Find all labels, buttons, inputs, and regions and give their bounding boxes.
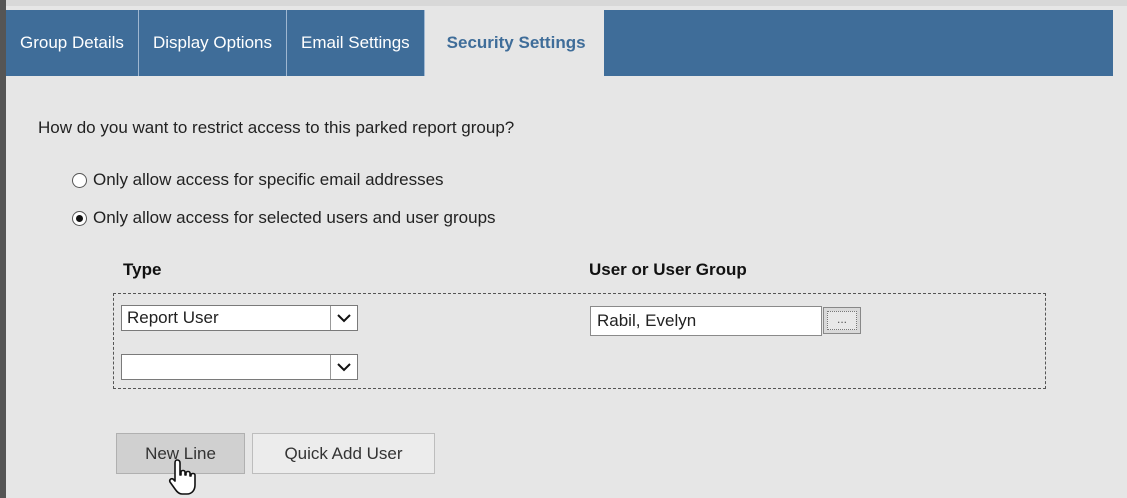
restrict-access-question: How do you want to restrict access to th… — [38, 118, 515, 137]
user-column-header: User or User Group — [589, 260, 747, 279]
security-settings-panel: Group Details Display Options Email Sett… — [0, 0, 1127, 498]
tab-email-settings[interactable]: Email Settings — [287, 10, 425, 76]
user-field-row-1[interactable]: Rabil, Evelyn — [590, 306, 822, 336]
radio-button-icon[interactable] — [72, 210, 87, 226]
option-users-and-groups[interactable]: Only allow access for selected users and… — [72, 208, 496, 228]
chevron-down-icon[interactable] — [330, 306, 357, 330]
type-select-row-1-value: Report User — [127, 308, 219, 327]
top-border — [0, 0, 1127, 6]
option-users-and-groups-label: Only allow access for selected users and… — [93, 208, 496, 227]
option-email-addresses[interactable]: Only allow access for specific email add… — [72, 170, 444, 190]
type-select-row-2[interactable] — [121, 354, 358, 380]
tab-group-details[interactable]: Group Details — [6, 10, 139, 76]
quick-add-user-button[interactable]: Quick Add User — [252, 433, 435, 474]
type-column-header: Type — [123, 260, 162, 279]
tab-display-options[interactable]: Display Options — [139, 10, 287, 76]
tab-bar: Group Details Display Options Email Sett… — [6, 10, 1113, 78]
user-lookup-button-label: ... — [827, 311, 857, 330]
hand-pointer-icon — [168, 459, 196, 495]
chevron-down-icon[interactable] — [330, 355, 357, 379]
option-email-addresses-label: Only allow access for specific email add… — [93, 170, 444, 189]
type-select-row-1[interactable]: Report User — [121, 305, 358, 331]
tab-security-settings[interactable]: Security Settings — [424, 10, 604, 78]
radio-button-icon[interactable] — [72, 172, 87, 188]
user-field-row-1-value: Rabil, Evelyn — [597, 311, 697, 330]
user-lookup-button[interactable]: ... — [823, 307, 861, 334]
